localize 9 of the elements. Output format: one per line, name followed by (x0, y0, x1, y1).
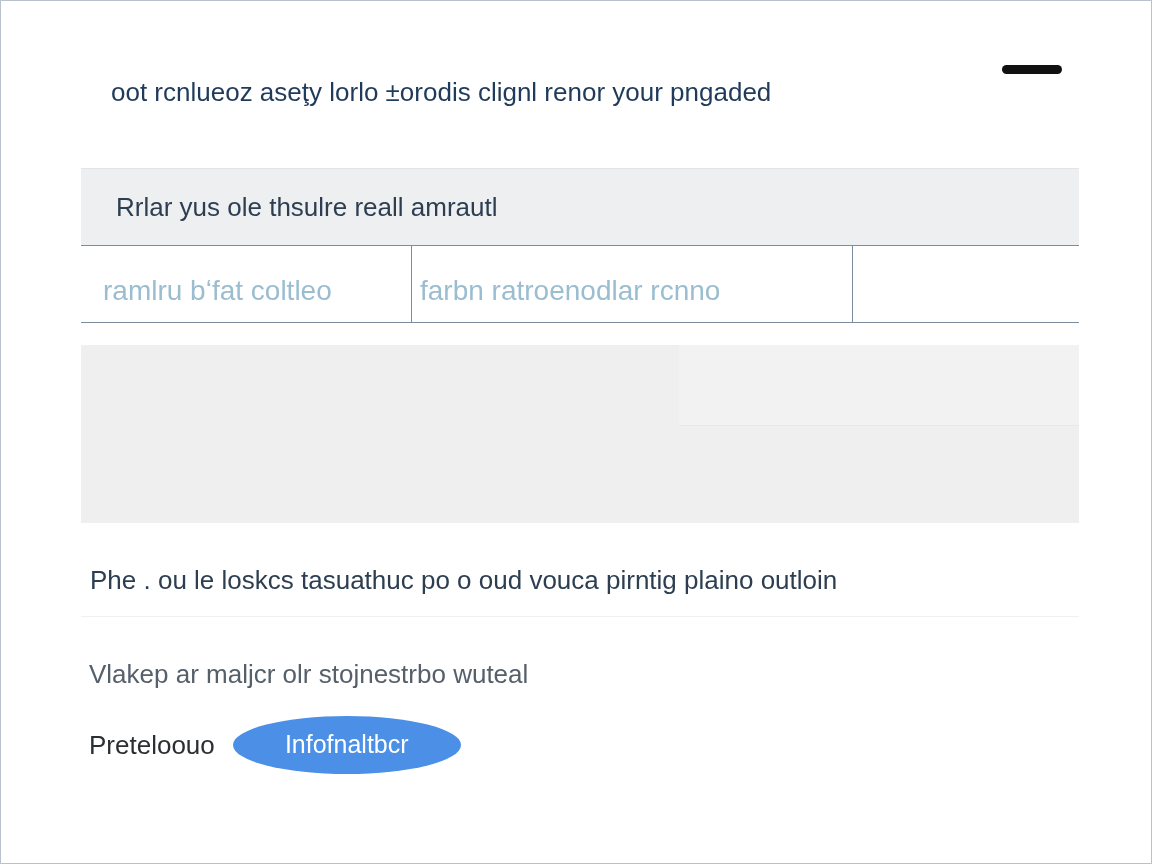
banner: Rrlar yus ole thsulre reall amrautl (81, 168, 1079, 246)
paragraph: Phe . ou le loskcs tasuathuc po o oud vouca pirntig plaino outloin (81, 523, 1079, 617)
minimize-button[interactable] (1002, 65, 1062, 74)
page-heading: oot rcnlueoz aseţy lorlo ±orodis clignl renor your pngaded (111, 77, 772, 107)
info-button[interactable]: Infofnaltbcr (232, 716, 461, 774)
table-cell: farbn ratroenodlar rcnno (412, 246, 853, 322)
label-text: Preteloouo (89, 728, 215, 762)
table-cell: ramlru bʻfat coltleo (81, 246, 412, 322)
note-text: Vlakep ar maljcr olr stojnestrbo wuteal (88, 658, 530, 691)
